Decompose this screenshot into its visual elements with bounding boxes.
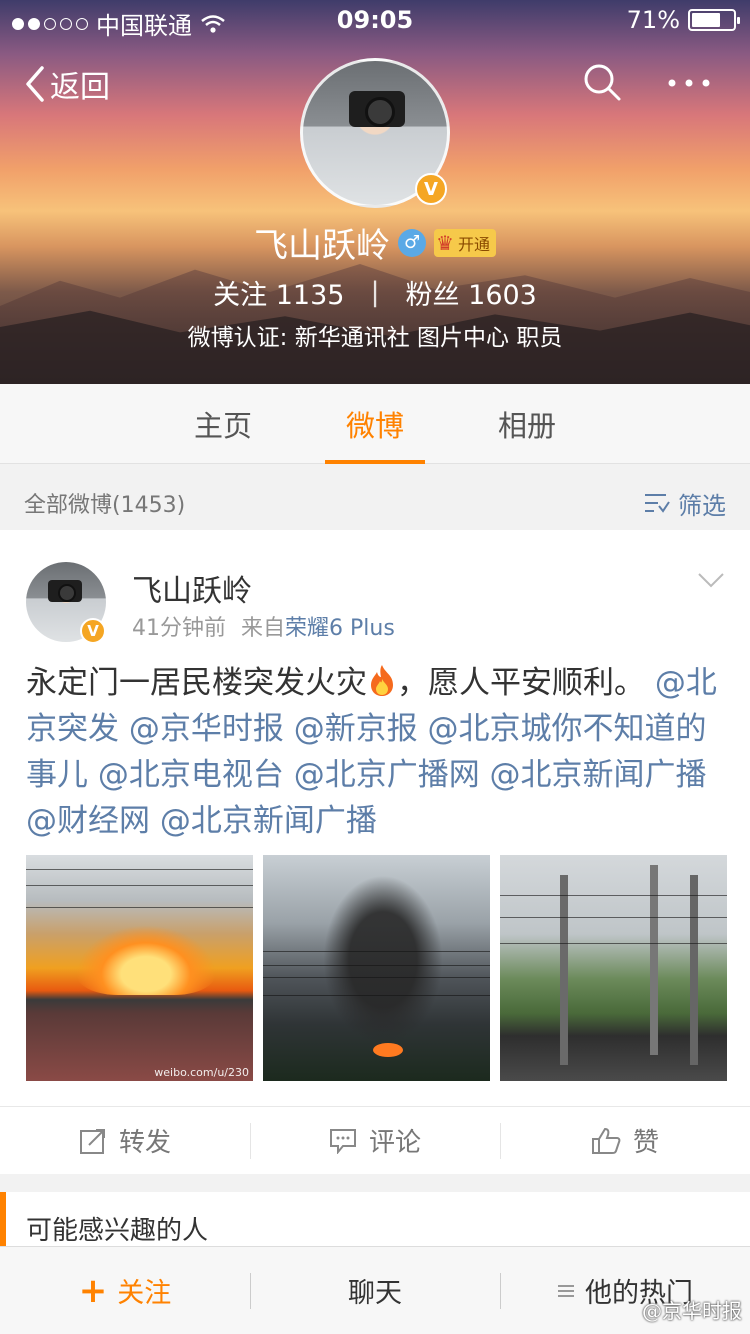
suggest-section: 可能感兴趣的人: [0, 1192, 750, 1252]
crown-icon: ♛: [436, 230, 454, 255]
repost-label: 转发: [118, 1128, 171, 1158]
post-body: 永定门一居民楼突发火灾 ，愿人平安顺利。 @北京突发 @京华时报 @新京报 @北…: [26, 660, 726, 844]
comment-button[interactable]: 评论: [250, 1107, 500, 1174]
vip-badge[interactable]: ♛ 开通: [434, 228, 496, 257]
follow-button[interactable]: + 关注: [0, 1247, 250, 1334]
battery-info: 71%: [626, 6, 740, 34]
stats-separator: |: [370, 277, 380, 308]
camera-icon: [48, 580, 82, 602]
back-button[interactable]: 返回: [22, 62, 110, 106]
post-text-suffix: ，愿人平安顺利。: [397, 665, 645, 701]
more-button[interactable]: [666, 66, 712, 104]
following-stat[interactable]: 关注 1135: [213, 273, 344, 312]
back-label: 返回: [50, 70, 110, 105]
profile-name-row: 飞山跃岭 ♂ ♛ 开通: [0, 218, 750, 267]
suggest-title: 可能感兴趣的人: [26, 1216, 209, 1246]
post-source-prefix: 来自: [241, 616, 286, 641]
fire-emoji-icon: [371, 665, 393, 696]
filter-icon: [645, 494, 670, 513]
profile-stats: 关注 1135 | 粉丝 1603: [0, 273, 750, 312]
post-header: V 飞山跃岭 41分钟前 来自荣耀6 Plus: [26, 560, 726, 644]
like-button[interactable]: 赞: [500, 1107, 750, 1174]
fans-stat[interactable]: 粉丝 1603: [406, 273, 537, 312]
battery-icon: [688, 9, 740, 31]
tab-album[interactable]: 相册: [467, 384, 587, 464]
status-bar: 中国联通 09:05 71%: [0, 0, 750, 40]
chat-label: 聊天: [348, 1278, 402, 1309]
filter-bar: 全部微博(1453) 筛选: [0, 476, 750, 530]
comment-label: 评论: [368, 1128, 421, 1158]
gender-male-icon: ♂: [398, 228, 427, 257]
post-actions: 转发 评论 赞: [0, 1106, 750, 1174]
post-meta: 41分钟前 来自荣耀6 Plus: [132, 610, 395, 642]
fans-label: 粉丝: [405, 280, 460, 311]
profile-name: 飞山跃岭: [254, 226, 391, 266]
verified-badge-icon: V: [80, 618, 106, 644]
camera-icon: [349, 91, 405, 127]
filter-button[interactable]: 筛选: [644, 486, 726, 521]
filter-label: 筛选: [678, 491, 726, 520]
following-count: 1135: [275, 280, 345, 311]
post-menu-button[interactable]: [696, 570, 726, 594]
chevron-down-icon: [698, 573, 724, 588]
chevron-left-icon: [26, 66, 44, 102]
post-card: V 飞山跃岭 41分钟前 来自荣耀6 Plus 永定门一居民楼突发火灾 ，愿人平…: [0, 530, 750, 1174]
vip-label: 开通: [457, 234, 490, 254]
repost-icon: [79, 1128, 105, 1154]
post-photo-3[interactable]: [500, 855, 727, 1081]
tab-weibo[interactable]: 微博: [325, 384, 425, 464]
like-label: 赞: [632, 1128, 659, 1158]
bottom-bar: + 关注 聊天 他的热门: [0, 1246, 750, 1334]
chat-button[interactable]: 聊天: [250, 1247, 500, 1334]
post-photo-1[interactable]: weibo.com/u/230: [26, 855, 253, 1081]
following-label: 关注: [213, 280, 268, 311]
post-text: 永定门一居民楼突发火灾: [26, 665, 367, 701]
post-photo-2[interactable]: [263, 855, 490, 1081]
repost-button[interactable]: 转发: [0, 1107, 250, 1174]
post-source[interactable]: 荣耀6 Plus: [285, 616, 395, 641]
photo-watermark: weibo.com/u/230: [154, 1066, 249, 1079]
post-photos: weibo.com/u/230: [26, 855, 727, 1081]
verified-badge-icon: V: [415, 173, 447, 205]
more-icon: [668, 79, 710, 87]
search-icon: [584, 64, 621, 101]
follow-label: 关注: [117, 1278, 172, 1309]
profile-header: 中国联通 09:05 71% 返回 V 飞山跃岭 ♂ ♛ 开通 关注 1135 …: [0, 0, 750, 384]
post-count-label: 全部微博(1453): [24, 493, 186, 518]
comment-icon: [329, 1128, 356, 1154]
verification-text: 微博认证: 新华通讯社 图片中心 职员: [187, 325, 563, 351]
thumbs-up-icon: [591, 1127, 621, 1154]
post-time: 41分钟前: [132, 616, 226, 641]
search-button[interactable]: [582, 62, 622, 106]
suggest-accent-bar: [0, 1192, 6, 1248]
fans-count: 1603: [468, 280, 537, 311]
post-author[interactable]: 飞山跃岭: [132, 566, 252, 610]
tab-home[interactable]: 主页: [163, 384, 283, 464]
battery-percent: 71%: [626, 6, 680, 34]
list-icon: [558, 1284, 574, 1297]
corner-watermark: @京华时报: [642, 1299, 742, 1323]
plus-icon: +: [78, 1270, 108, 1311]
profile-tabs: 主页 微博 相册: [0, 384, 750, 464]
